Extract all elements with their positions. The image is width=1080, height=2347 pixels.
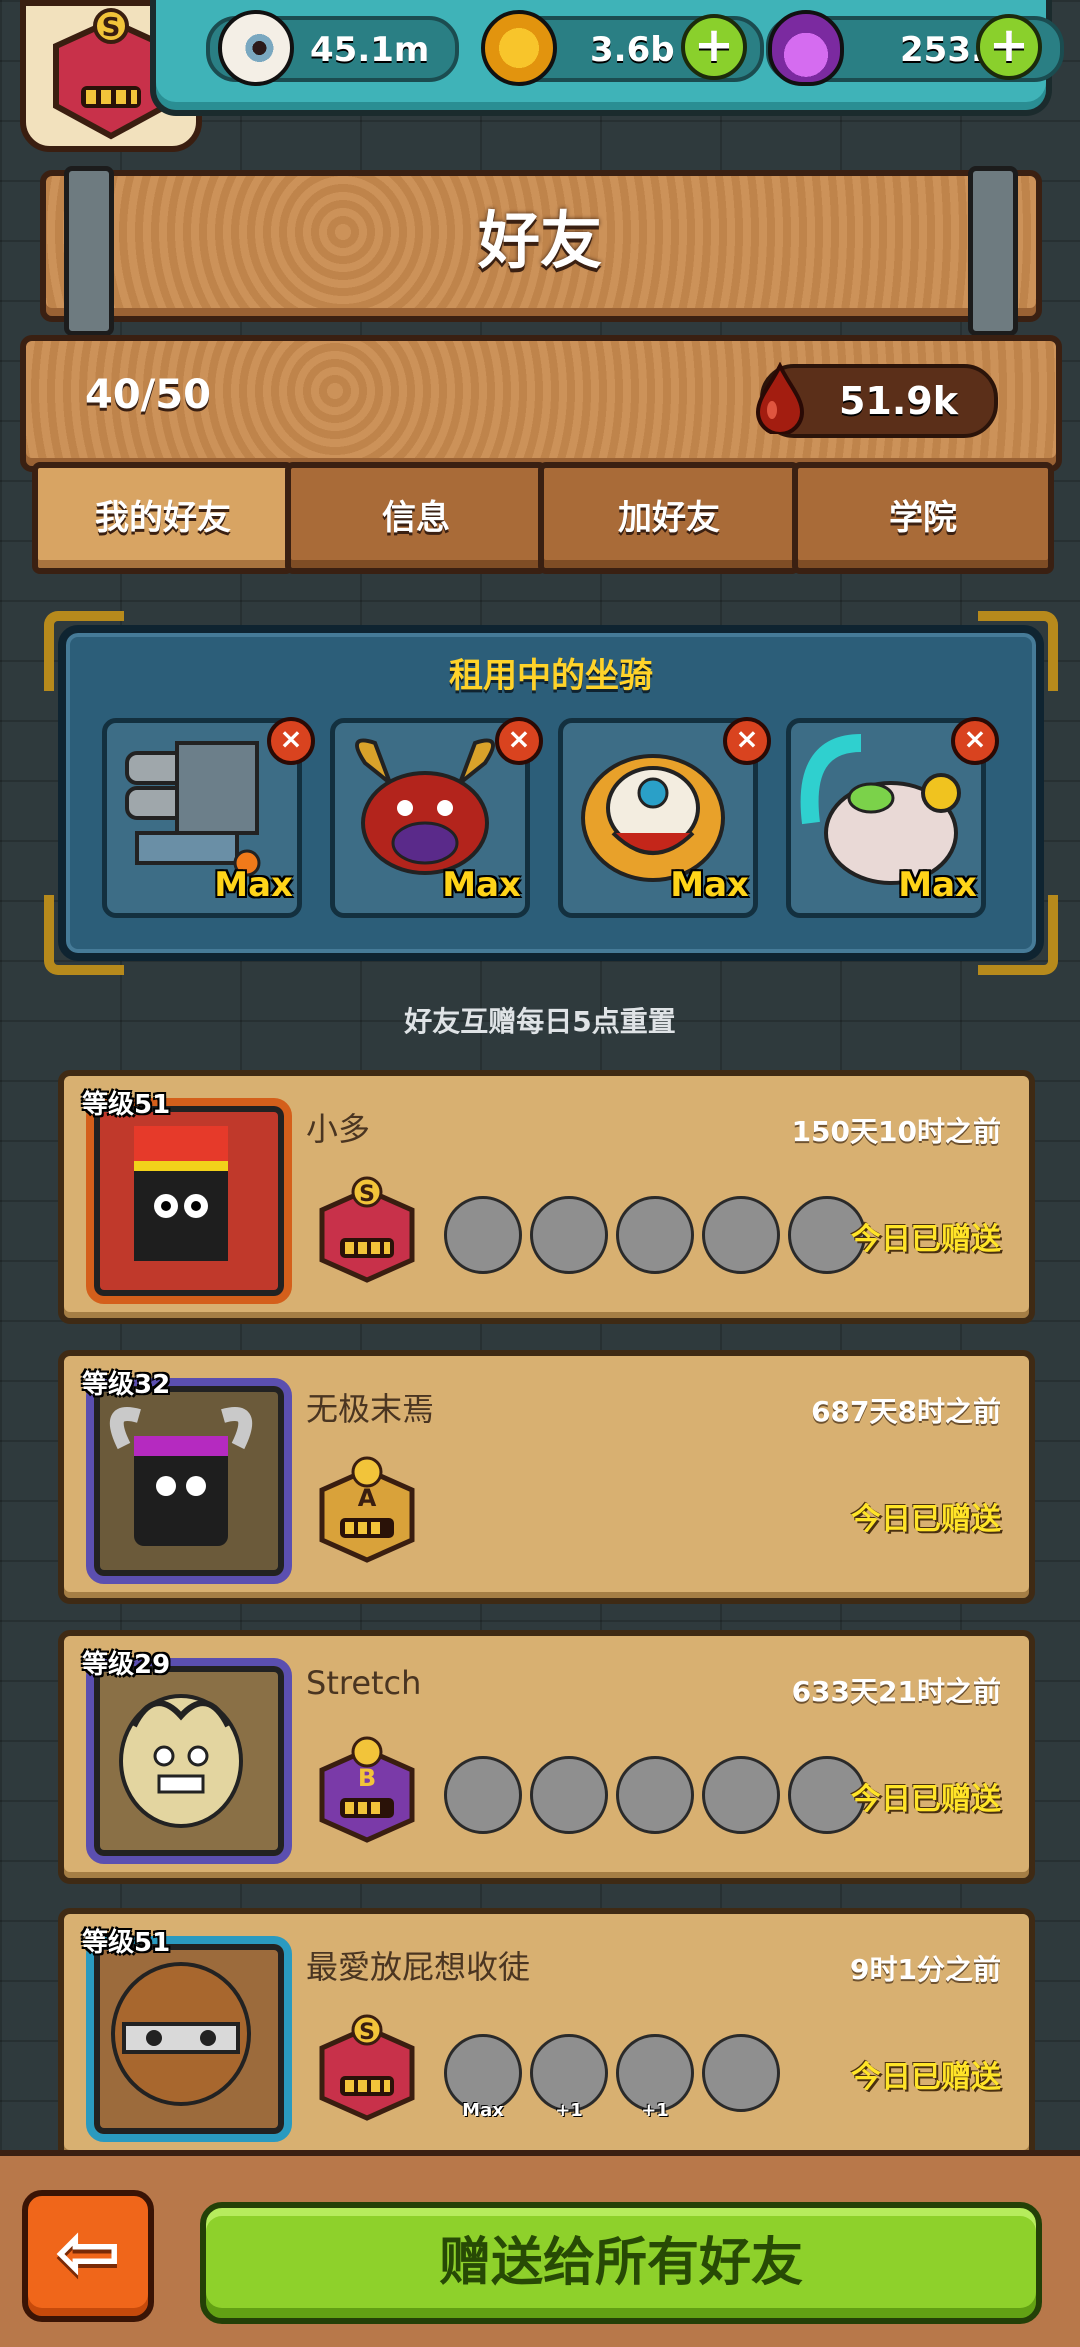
friend-avatar[interactable] bbox=[86, 1936, 292, 2142]
mount-level-label: Max bbox=[670, 865, 749, 905]
friend-row[interactable]: 等级51 小多 150天10时之前 S 今日已赠送 bbox=[58, 1070, 1035, 1324]
svg-text:A: A bbox=[358, 1484, 377, 1512]
gray-monster-icon bbox=[616, 1196, 694, 1274]
add-coins-button[interactable]: + bbox=[681, 14, 747, 80]
black-box-monster-icon bbox=[134, 1126, 228, 1261]
potion-icon bbox=[768, 10, 844, 86]
page-title: 好友 bbox=[477, 204, 602, 277]
rank-s-badge-icon: S bbox=[319, 2014, 415, 2121]
friend-avatar[interactable] bbox=[86, 1378, 292, 1584]
remove-mount-button[interactable]: × bbox=[495, 717, 543, 765]
gray-monster-icon bbox=[530, 1756, 608, 1834]
friend-name: 最愛放屁想收徒 bbox=[306, 1948, 531, 1986]
gray-monster-icon bbox=[444, 1196, 522, 1274]
last-online: 633天21时之前 bbox=[791, 1675, 1001, 1708]
friend-avatar[interactable] bbox=[86, 1658, 292, 1864]
gift-sent-status: 今日已赠送 bbox=[851, 1782, 1001, 1817]
svg-text:B: B bbox=[358, 1764, 376, 1792]
coins-value: 3.6b bbox=[590, 30, 675, 70]
friend-count: 40/50 bbox=[85, 372, 211, 418]
coin-icon bbox=[481, 10, 557, 86]
friend-name: 无极末焉 bbox=[306, 1390, 435, 1428]
eyes-value: 45.1m bbox=[310, 30, 430, 70]
remove-mount-button[interactable]: × bbox=[723, 717, 771, 765]
back-button[interactable]: ⇦ bbox=[22, 2190, 154, 2322]
mount-card[interactable]: Max × bbox=[102, 717, 315, 918]
tab-academy[interactable]: 学院 bbox=[792, 462, 1054, 574]
tab-messages[interactable]: 信息 bbox=[285, 462, 547, 574]
gray-monster-icon: Max bbox=[444, 2034, 522, 2121]
hairy-mask-monster-icon bbox=[111, 1962, 251, 2106]
gray-monster-icon: +1 bbox=[530, 2034, 608, 2121]
gray-monster-icon bbox=[702, 1756, 780, 1834]
blood-value: 51.9k bbox=[838, 379, 958, 423]
send-to-all-friends-button[interactable]: 赠送给所有好友 bbox=[200, 2202, 1042, 2324]
last-online: 9时1分之前 bbox=[850, 1953, 1001, 1986]
gift-sent-status: 今日已赠送 bbox=[851, 2060, 1001, 2095]
friend-level: 等级32 bbox=[82, 1370, 171, 1400]
rank-s-badge-icon: S bbox=[319, 1176, 415, 1283]
blood-drop-icon bbox=[755, 362, 805, 434]
gray-monster-icon bbox=[702, 2034, 780, 2112]
panel-corner bbox=[978, 895, 1058, 975]
rank-a-badge-icon: A bbox=[319, 1456, 415, 1563]
friend-row[interactable]: 等级32 无极末焉 687天8时之前 A 今日已赠送 bbox=[58, 1350, 1035, 1604]
gift-sent-status: 今日已赠送 bbox=[851, 1222, 1001, 1257]
friend-row[interactable]: 等级51 最愛放屁想收徒 9时1分之前 S Max +1 +1 今日已赠送 bbox=[58, 1908, 1035, 2162]
horned-black-monster-icon bbox=[109, 1407, 253, 1546]
tab-add-friend[interactable]: 加好友 bbox=[538, 462, 800, 574]
rank-b-badge-icon: B bbox=[319, 1736, 415, 1843]
mount-card[interactable]: Max × bbox=[786, 717, 999, 918]
noodle-hair-monster-icon bbox=[119, 1694, 243, 1828]
friend-level: 等级51 bbox=[82, 1090, 171, 1120]
last-online: 150天10时之前 bbox=[791, 1115, 1001, 1148]
add-potion-button[interactable]: + bbox=[976, 14, 1042, 80]
gray-monster-icon bbox=[530, 1196, 608, 1274]
gray-monster-icon bbox=[616, 1756, 694, 1834]
gray-monster-icon: +1 bbox=[616, 2034, 694, 2121]
tab-my-friends[interactable]: 我的好友 bbox=[32, 462, 294, 574]
mount-level-label: Max bbox=[214, 865, 293, 905]
gray-monster-icon bbox=[702, 1196, 780, 1274]
friend-level: 等级51 bbox=[82, 1928, 171, 1958]
mount-level-label: Max bbox=[442, 865, 521, 905]
last-online: 687天8时之前 bbox=[811, 1395, 1001, 1428]
eyeball-icon bbox=[218, 10, 294, 86]
friend-name: 小多 bbox=[306, 1110, 371, 1148]
mount-card[interactable]: Max × bbox=[330, 717, 543, 918]
gift-sent-status: 今日已赠送 bbox=[851, 1502, 1001, 1537]
mount-level-label: Max bbox=[898, 865, 977, 905]
friend-row[interactable]: 等级29 Stretch 633天21时之前 B 今日已赠送 bbox=[58, 1630, 1035, 1884]
mount-card[interactable]: Max × bbox=[558, 717, 771, 918]
remove-mount-button[interactable]: × bbox=[951, 717, 999, 765]
friend-avatar[interactable] bbox=[86, 1098, 292, 1304]
friend-level: 等级29 bbox=[82, 1650, 171, 1680]
gray-monster-icon bbox=[444, 1756, 522, 1834]
daily-reset-note: 好友互赠每日5点重置 bbox=[404, 1005, 676, 1038]
friend-name: Stretch bbox=[306, 1664, 422, 1702]
remove-mount-button[interactable]: × bbox=[267, 717, 315, 765]
svg-text:S: S bbox=[102, 13, 121, 43]
rented-mounts-title: 租用中的坐骑 bbox=[449, 656, 653, 696]
resource-bar: 45.1m 3.6b + 253.5k + bbox=[150, 0, 1064, 116]
svg-text:S: S bbox=[359, 2020, 375, 2045]
svg-text:S: S bbox=[359, 1182, 375, 1207]
